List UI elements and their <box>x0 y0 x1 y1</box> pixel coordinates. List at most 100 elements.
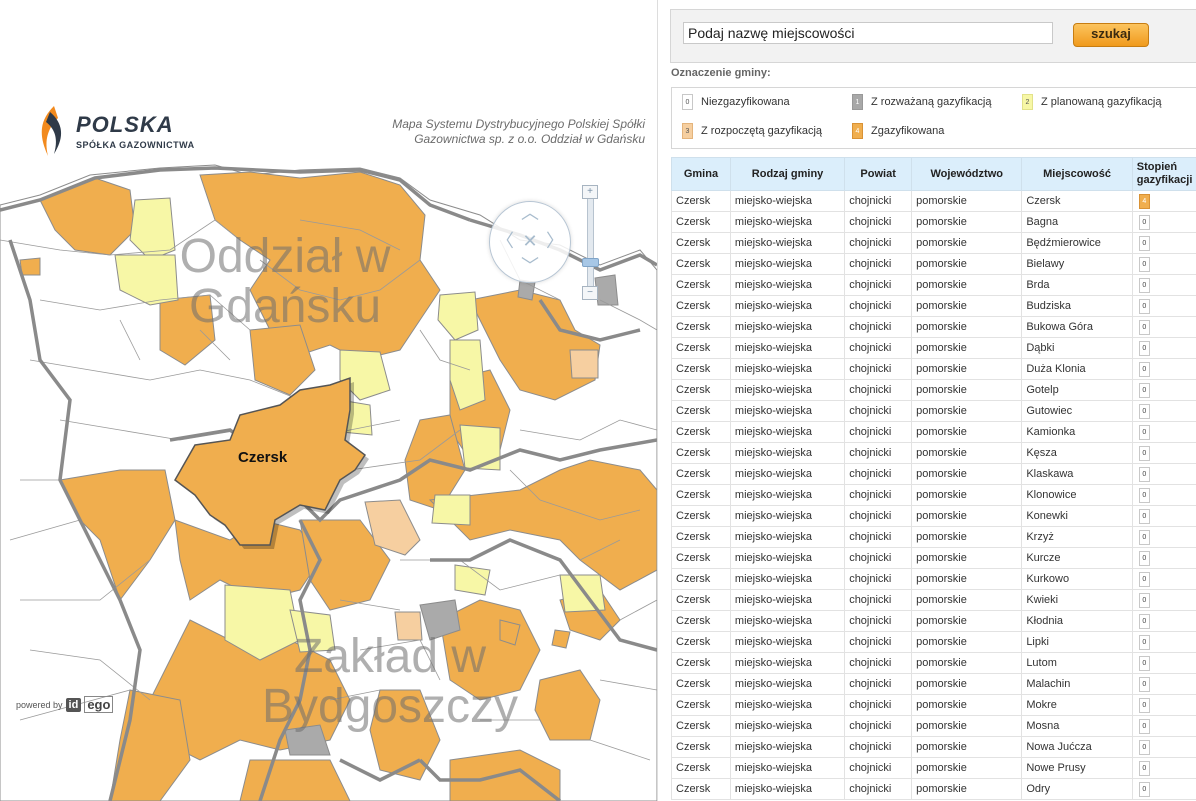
stage-badge: 0 <box>1138 361 1150 377</box>
cell-stopien: 0 <box>1131 757 1196 779</box>
idego-logo-part1: id <box>65 697 82 712</box>
map-panel[interactable]: POLSKA SPÓŁKA GAZOWNICTWA Mapa Systemu D… <box>0 0 657 801</box>
arrow-up-icon[interactable]: ︿ <box>521 204 539 222</box>
cell-rodzaj: miejsko-wiejska <box>729 547 846 569</box>
cell-stopien: 0 <box>1131 694 1196 716</box>
column-header-stopien[interactable]: Stopień gazyfikacji <box>1131 157 1196 191</box>
column-header-miejscowosc[interactable]: Miejscowość <box>1021 157 1133 191</box>
table-row[interactable]: Czersk miejsko-wiejska chojnicki pomorskie M… <box>671 694 1196 716</box>
table-row[interactable]: Czersk miejsko-wiejska chojnicki pomorskie G… <box>671 379 1196 401</box>
stage-badge: 0 <box>1138 298 1150 314</box>
column-header-powiat[interactable]: Powiat <box>844 157 913 191</box>
table-row[interactable]: Czersk miejsko-wiejska chojnicki pomorskie B… <box>671 295 1196 317</box>
cell-powiat: chojnicki <box>844 442 913 464</box>
stage-badge: 0 <box>1138 277 1150 293</box>
table-row[interactable]: Czersk miejsko-wiejska chojnicki pomorskie D… <box>671 337 1196 359</box>
cell-wojewodztwo: pomorskie <box>911 484 1023 506</box>
zoom-slider-handle[interactable] <box>582 258 599 267</box>
cell-stopien: 0 <box>1131 652 1196 674</box>
search-button[interactable]: szukaj <box>1073 23 1149 47</box>
cell-wojewodztwo: pomorskie <box>911 358 1023 380</box>
cell-miejscowosc: Lutom <box>1021 652 1133 674</box>
cell-rodzaj: miejsko-wiejska <box>729 589 846 611</box>
table-row[interactable]: Czersk miejsko-wiejska chojnicki pomorskie K… <box>671 421 1196 443</box>
cell-gmina: Czersk <box>671 484 731 506</box>
cell-gmina: Czersk <box>671 694 731 716</box>
cell-rodzaj: miejsko-wiejska <box>729 736 846 758</box>
cell-wojewodztwo: pomorskie <box>911 232 1023 254</box>
table-row[interactable]: Czersk miejsko-wiejska chojnicki pomorskie L… <box>671 631 1196 653</box>
table-row[interactable]: Czersk miejsko-wiejska chojnicki pomorskie K… <box>671 589 1196 611</box>
table-row[interactable]: Czersk miejsko-wiejska chojnicki pomorskie K… <box>671 610 1196 632</box>
table-row[interactable]: Czersk miejsko-wiejska chojnicki pomorskie K… <box>671 505 1196 527</box>
cell-wojewodztwo: pomorskie <box>911 400 1023 422</box>
table-row[interactable]: Czersk miejsko-wiejska chojnicki pomorskie O… <box>671 778 1196 800</box>
cell-gmina: Czersk <box>671 505 731 527</box>
legend-label-2: Z planowaną gazyfikacją <box>1041 96 1162 108</box>
cell-gmina: Czersk <box>671 211 731 233</box>
table-row[interactable]: Czersk miejsko-wiejska chojnicki pomorskie B… <box>671 253 1196 275</box>
cell-powiat: chojnicki <box>844 757 913 779</box>
arrow-right-icon[interactable]: 〉 <box>546 232 564 250</box>
table-row[interactable]: Czersk miejsko-wiejska chojnicki pomorskie M… <box>671 715 1196 737</box>
arrow-left-icon[interactable]: 〈 <box>496 232 514 250</box>
close-icon[interactable]: ✕ <box>521 232 539 250</box>
table-row[interactable]: Czersk miejsko-wiejska chojnicki pomorskie N… <box>671 736 1196 758</box>
table-row[interactable]: Czersk miejsko-wiejska chojnicki pomorskie D… <box>671 358 1196 380</box>
table-row[interactable]: Czersk miejsko-wiejska chojnicki pomorskie M… <box>671 673 1196 695</box>
table-row[interactable]: Czersk miejsko-wiejska chojnicki pomorskie L… <box>671 652 1196 674</box>
cell-gmina: Czersk <box>671 736 731 758</box>
column-header-rodzaj[interactable]: Rodzaj gminy <box>729 157 846 191</box>
table-row[interactable]: Czersk miejsko-wiejska chojnicki pomorskie N… <box>671 757 1196 779</box>
selected-gmina-label: Czersk <box>238 449 288 466</box>
cell-gmina: Czersk <box>671 274 731 296</box>
cell-stopien: 0 <box>1131 253 1196 275</box>
table-row[interactable]: Czersk miejsko-wiejska chojnicki pomorskie K… <box>671 484 1196 506</box>
cell-miejscowosc: Gutowiec <box>1021 400 1133 422</box>
cell-stopien: 0 <box>1131 442 1196 464</box>
cell-powiat: chojnicki <box>844 316 913 338</box>
cell-stopien: 4 <box>1131 190 1196 212</box>
legend-title: Oznaczenie gminy: <box>671 67 771 79</box>
results-table-container[interactable]: Gmina Rodzaj gminy Powiat Województwo Mi… <box>671 157 1196 801</box>
arrow-down-icon[interactable]: ﹀ <box>521 257 539 275</box>
table-row[interactable]: Czersk miejsko-wiejska chojnicki pomorskie B… <box>671 274 1196 296</box>
cell-gmina: Czersk <box>671 358 731 380</box>
legend-item-1: 1 Z rozważaną gazyfikacją <box>852 94 991 110</box>
cell-stopien: 0 <box>1131 295 1196 317</box>
cell-stopien: 0 <box>1131 463 1196 485</box>
legend-item-0: 0 Niezgazyfikowana <box>682 94 790 110</box>
cell-rodzaj: miejsko-wiejska <box>729 505 846 527</box>
table-row[interactable]: Czersk miejsko-wiejska chojnicki pomorskie C… <box>671 190 1196 212</box>
legend-swatch-3: 3 <box>682 123 693 139</box>
legend-item-4: 4 Zgazyfikowana <box>852 123 944 139</box>
table-row[interactable]: Czersk miejsko-wiejska chojnicki pomorskie K… <box>671 463 1196 485</box>
cell-wojewodztwo: pomorskie <box>911 442 1023 464</box>
table-row[interactable]: Czersk miejsko-wiejska chojnicki pomorskie B… <box>671 211 1196 233</box>
table-row[interactable]: Czersk miejsko-wiejska chojnicki pomorskie K… <box>671 568 1196 590</box>
table-row[interactable]: Czersk miejsko-wiejska chojnicki pomorskie K… <box>671 442 1196 464</box>
zoom-slider-track[interactable] <box>587 188 594 296</box>
table-row[interactable]: Czersk miejsko-wiejska chojnicki pomorskie B… <box>671 316 1196 338</box>
stage-badge: 0 <box>1138 445 1150 461</box>
column-header-wojewodztwo[interactable]: Województwo <box>911 157 1023 191</box>
cell-miejscowosc: Malachin <box>1021 673 1133 695</box>
cell-stopien: 0 <box>1131 379 1196 401</box>
powered-by[interactable]: powered by id ego <box>16 696 114 713</box>
zoom-out-button[interactable]: − <box>582 286 598 300</box>
table-row[interactable]: Czersk miejsko-wiejska chojnicki pomorskie G… <box>671 400 1196 422</box>
zoom-in-button[interactable]: + <box>582 185 598 199</box>
map-pan-control[interactable]: ︿ 〈 ✕ 〉 ﹀ <box>489 201 571 283</box>
idego-logo-part2: ego <box>84 696 114 713</box>
table-header-row: Gmina Rodzaj gminy Powiat Województwo Mi… <box>671 157 1196 191</box>
cell-rodzaj: miejsko-wiejska <box>729 295 846 317</box>
table-row[interactable]: Czersk miejsko-wiejska chojnicki pomorskie B… <box>671 232 1196 254</box>
table-row[interactable]: Czersk miejsko-wiejska chojnicki pomorskie K… <box>671 547 1196 569</box>
cell-stopien: 0 <box>1131 274 1196 296</box>
search-input[interactable] <box>683 22 1053 44</box>
table-row[interactable]: Czersk miejsko-wiejska chojnicki pomorskie K… <box>671 526 1196 548</box>
cell-miejscowosc: Kłodnia <box>1021 610 1133 632</box>
cell-miejscowosc: Klaskawa <box>1021 463 1133 485</box>
column-header-gmina[interactable]: Gmina <box>671 157 731 191</box>
stage-badge: 0 <box>1138 613 1150 629</box>
